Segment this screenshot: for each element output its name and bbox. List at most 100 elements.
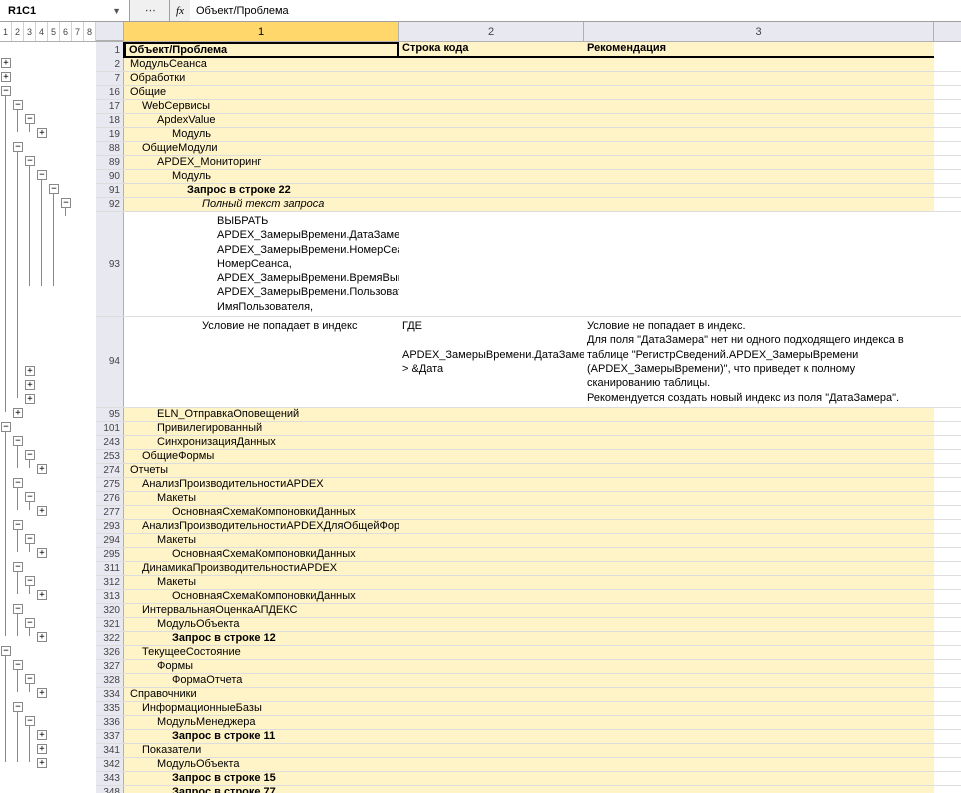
cell[interactable] xyxy=(399,590,584,603)
cell[interactable] xyxy=(399,562,584,575)
name-box[interactable]: R1C1 ▼ xyxy=(0,0,130,21)
cell[interactable] xyxy=(399,660,584,673)
row-header[interactable]: 253 xyxy=(96,450,124,463)
cell[interactable]: ОсновнаяСхемаКомпоновкиДанных xyxy=(124,548,399,561)
cell[interactable] xyxy=(584,730,934,743)
outline-collapse-button[interactable]: − xyxy=(13,660,23,670)
cell[interactable] xyxy=(584,436,934,449)
row-header[interactable]: 243 xyxy=(96,436,124,449)
cell[interactable]: ГДЕ APDEX_ЗамерыВремени.ДатаЗамера > &Да… xyxy=(399,317,584,407)
row-header[interactable]: 93 xyxy=(96,212,124,316)
row-header[interactable]: 294 xyxy=(96,534,124,547)
outline-collapse-button[interactable]: − xyxy=(13,436,23,446)
cell[interactable] xyxy=(399,772,584,785)
outline-collapse-button[interactable]: − xyxy=(25,492,35,502)
cell[interactable] xyxy=(584,198,934,211)
outline-collapse-button[interactable]: − xyxy=(1,86,11,96)
outline-expand-button[interactable]: + xyxy=(37,506,47,516)
row-header[interactable]: 17 xyxy=(96,100,124,113)
row-header[interactable]: 337 xyxy=(96,730,124,743)
cell[interactable] xyxy=(584,646,934,659)
outline-collapse-button[interactable]: − xyxy=(25,156,35,166)
fx-icon[interactable]: fx xyxy=(170,5,190,17)
outline-level-8[interactable]: 8 xyxy=(84,22,96,41)
row-header[interactable]: 334 xyxy=(96,688,124,701)
cell[interactable] xyxy=(584,618,934,631)
select-all-corner[interactable] xyxy=(96,22,124,41)
cell[interactable] xyxy=(399,170,584,183)
cell[interactable] xyxy=(584,716,934,729)
cell[interactable] xyxy=(584,520,934,533)
cell[interactable] xyxy=(584,184,934,197)
cell[interactable]: Справочники xyxy=(124,688,399,701)
cell[interactable]: ELN_ОтправкаОповещений xyxy=(124,408,399,421)
cell[interactable]: МодульСеанса xyxy=(124,58,399,71)
outline-expand-button[interactable]: + xyxy=(13,408,23,418)
row-header[interactable]: 313 xyxy=(96,590,124,603)
cell[interactable] xyxy=(584,772,934,785)
row-header[interactable]: 101 xyxy=(96,422,124,435)
row-header[interactable]: 276 xyxy=(96,492,124,505)
cell[interactable]: Привилегированный xyxy=(124,422,399,435)
outline-level-6[interactable]: 6 xyxy=(60,22,72,41)
row-header[interactable]: 295 xyxy=(96,548,124,561)
cell[interactable] xyxy=(399,506,584,519)
cell[interactable]: ОсновнаяСхемаКомпоновкиДанных xyxy=(124,590,399,603)
row-header[interactable]: 16 xyxy=(96,86,124,99)
cell[interactable]: ОбщиеФормы xyxy=(124,450,399,463)
cell[interactable] xyxy=(584,674,934,687)
cell[interactable] xyxy=(584,142,934,155)
cell[interactable] xyxy=(399,114,584,127)
cell[interactable] xyxy=(399,72,584,85)
cell[interactable]: СинхронизацияДанных xyxy=(124,436,399,449)
cell[interactable]: Модуль xyxy=(124,170,399,183)
cell[interactable]: Условие не попадает в индекс xyxy=(124,317,399,407)
cell[interactable] xyxy=(584,86,934,99)
cell[interactable] xyxy=(399,702,584,715)
row-header[interactable]: 326 xyxy=(96,646,124,659)
outline-collapse-button[interactable]: − xyxy=(25,450,35,460)
cell[interactable]: ДинамикаПроизводительностиAPDEX xyxy=(124,562,399,575)
cell[interactable] xyxy=(399,212,584,316)
outline-collapse-button[interactable]: − xyxy=(25,576,35,586)
cell[interactable] xyxy=(399,520,584,533)
row-header[interactable]: 88 xyxy=(96,142,124,155)
cell[interactable] xyxy=(584,660,934,673)
formula-input[interactable]: Объект/Проблема xyxy=(190,0,961,21)
row-header[interactable]: 335 xyxy=(96,702,124,715)
outline-expand-button[interactable]: + xyxy=(37,128,47,138)
row-header[interactable]: 95 xyxy=(96,408,124,421)
cell[interactable]: Запрос в строке 15 xyxy=(124,772,399,785)
cell[interactable]: Модуль xyxy=(124,128,399,141)
row-header[interactable]: 328 xyxy=(96,674,124,687)
outline-expand-button[interactable]: + xyxy=(25,394,35,404)
cell[interactable] xyxy=(399,100,584,113)
cell[interactable] xyxy=(399,492,584,505)
cell[interactable] xyxy=(584,758,934,771)
cell[interactable]: Макеты xyxy=(124,576,399,589)
column-header-1[interactable]: 1 xyxy=(124,22,399,41)
cell[interactable]: Запрос в строке 22 xyxy=(124,184,399,197)
row-header[interactable]: 277 xyxy=(96,506,124,519)
spreadsheet-grid[interactable]: 1 2 3 1Объект/ПроблемаСтрока кодаРекомен… xyxy=(96,22,961,793)
cell[interactable] xyxy=(399,478,584,491)
row-header[interactable]: 321 xyxy=(96,618,124,631)
cell[interactable] xyxy=(399,156,584,169)
row-header[interactable]: 312 xyxy=(96,576,124,589)
outline-expand-button[interactable]: + xyxy=(25,366,35,376)
cell[interactable]: ОсновнаяСхемаКомпоновкиДанных xyxy=(124,506,399,519)
outline-collapse-button[interactable]: − xyxy=(25,716,35,726)
row-header[interactable]: 89 xyxy=(96,156,124,169)
row-header[interactable]: 342 xyxy=(96,758,124,771)
cell[interactable] xyxy=(399,548,584,561)
outline-level-5[interactable]: 5 xyxy=(48,22,60,41)
cell[interactable]: Формы xyxy=(124,660,399,673)
row-header[interactable]: 1 xyxy=(96,42,124,58)
cell[interactable] xyxy=(584,702,934,715)
cell[interactable]: МодульМенеджера xyxy=(124,716,399,729)
row-header[interactable]: 311 xyxy=(96,562,124,575)
cell[interactable] xyxy=(584,212,934,316)
cell[interactable] xyxy=(399,142,584,155)
cell[interactable] xyxy=(584,58,934,71)
cell[interactable] xyxy=(584,688,934,701)
